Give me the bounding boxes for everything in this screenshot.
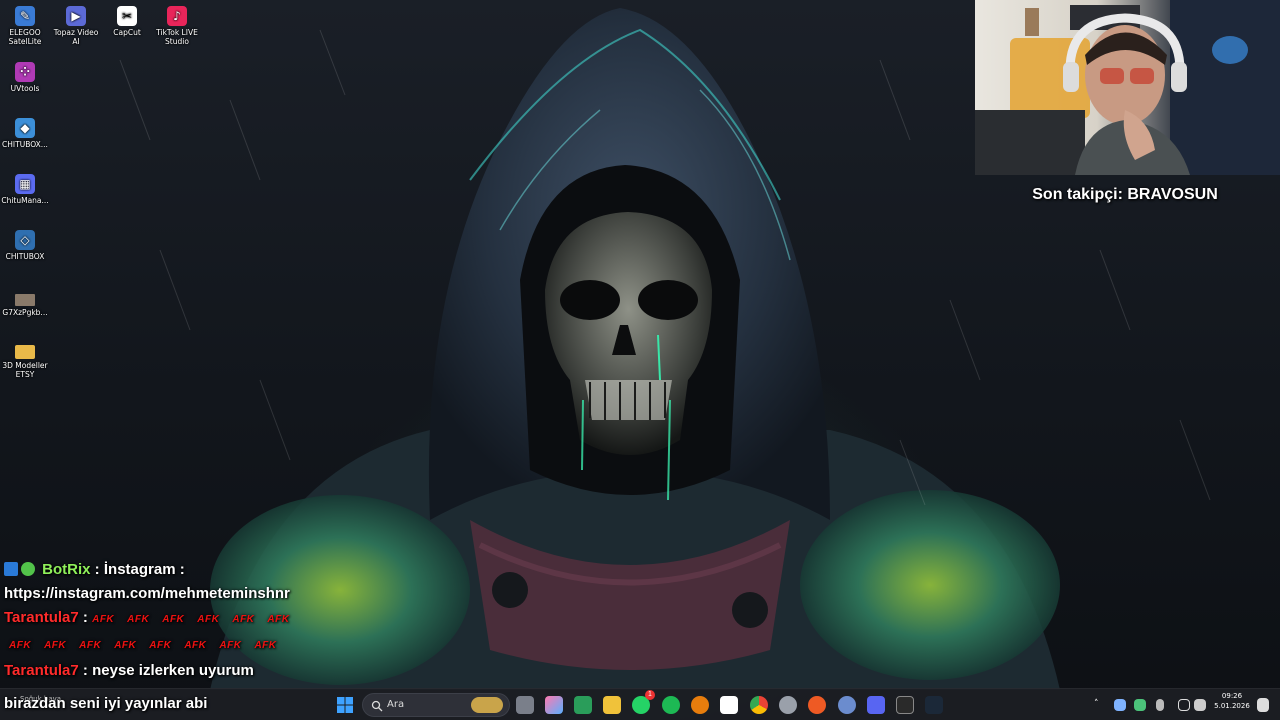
brave-icon[interactable] — [808, 696, 826, 714]
steam-icon[interactable] — [925, 696, 943, 714]
desktop-icon-label: Topaz Video AI — [53, 28, 99, 46]
image-file-icon — [15, 294, 35, 306]
taskbar-search-input[interactable]: Ara — [362, 693, 510, 717]
afk-emote: AFK — [92, 614, 115, 625]
start-button[interactable] — [336, 696, 354, 714]
chat-separator: : — [78, 609, 93, 626]
capcut-icon[interactable] — [720, 696, 738, 714]
whatsapp-icon[interactable]: 1 — [632, 690, 655, 714]
afk-emote: AFK — [267, 614, 290, 625]
desktop-icon-label: CHITUBOX — [5, 252, 45, 261]
desktop-icon-chitumanager[interactable]: ▦ ChituMana... — [0, 174, 51, 205]
webcam-feed — [975, 0, 1280, 175]
chitubox-icon: ◆ — [15, 118, 35, 138]
afk-emote: AFK — [162, 614, 185, 625]
notification-badge: 1 — [645, 690, 655, 700]
notification-bell-icon[interactable] — [1257, 698, 1269, 712]
desktop-icon-chitubox-1[interactable]: ◆ CHITUBOX... — [0, 118, 51, 149]
chitubox-icon: ◇ — [15, 230, 35, 250]
tray-overflow-chevron-icon[interactable]: ˄ — [1094, 699, 1099, 709]
chat-username: Tarantula7 — [4, 662, 79, 679]
afk-emote: AFK — [79, 640, 102, 651]
afk-emote: AFK — [114, 640, 137, 651]
desktop-icon-topaz-video-ai[interactable]: ▶ Topaz Video AI — [50, 6, 102, 46]
chrome-icon[interactable] — [750, 696, 768, 714]
elegoo-icon: ✎ — [15, 6, 35, 26]
app-icon[interactable] — [838, 696, 856, 714]
network-icon[interactable] — [1178, 699, 1190, 711]
windows-logo-icon — [337, 697, 353, 713]
desktop-icon-label: CHITUBOX... — [2, 140, 48, 149]
folder-icon — [15, 345, 35, 359]
chat-message: BotRix : İnstagram : — [4, 558, 334, 582]
chat-username: Tarantula7 — [4, 609, 79, 626]
store-icon[interactable] — [574, 696, 592, 714]
verified-badge-icon — [21, 562, 35, 576]
search-placeholder: Ara — [387, 699, 405, 710]
chat-message: birazdan seni iyi yayınlar abi — [4, 695, 208, 712]
desktop-icon-uvtools[interactable]: ⁘ UVtools — [0, 62, 51, 93]
afk-emote: AFK — [197, 614, 220, 625]
clock-date: 5.01.2026 — [1214, 702, 1250, 710]
desktop-icon-label: CapCut — [113, 28, 141, 37]
stream-chat-overlay: BotRix : İnstagram : https://instagram.c… — [4, 558, 334, 683]
afk-emote: AFK — [232, 614, 255, 625]
desktop-icon-label: G7XzPgkb... — [2, 308, 48, 317]
desktop-icon-area: ✎ ELEGOO SatelLite ▶ Topaz Video AI ✂ Ca… — [0, 0, 210, 400]
afk-emote: AFK — [44, 640, 67, 651]
copilot-icon[interactable] — [545, 696, 563, 714]
discord-icon[interactable] — [867, 696, 885, 714]
chat-separator: : — [78, 662, 93, 679]
search-highlight-icon — [471, 697, 503, 713]
chat-message: Tarantula7 : neyse izlerken uyurum — [4, 659, 334, 683]
spotify-icon[interactable] — [662, 696, 680, 714]
capcut-icon: ✂ — [117, 6, 137, 26]
search-icon — [371, 700, 383, 712]
chat-message: https://instagram.com/mehmeteminshnr — [4, 582, 334, 606]
tray-cloud-icon[interactable] — [1114, 699, 1126, 711]
clock-time: 09:26 — [1221, 692, 1243, 700]
afk-emote: AFK — [254, 640, 277, 651]
topaz-icon: ▶ — [66, 6, 86, 26]
chat-message: Tarantula7 : AFK AFK AFK AFK AFK AFK — [4, 606, 334, 633]
chat-text: https://instagram.com/mehmeteminshnr — [4, 585, 290, 602]
file-explorer-icon[interactable] — [603, 696, 621, 714]
blender-icon[interactable] — [691, 696, 709, 714]
system-clock[interactable]: 09:26 5.01.2026 — [1210, 692, 1254, 710]
desktop-icon-3d-modeller-etsy[interactable]: 3D Modeller ETSY — [0, 342, 51, 379]
chitumanager-icon: ▦ — [15, 174, 35, 194]
tiktok-live-icon: ♪ — [167, 6, 187, 26]
epic-games-icon[interactable] — [896, 696, 914, 714]
obs-icon[interactable] — [779, 696, 797, 714]
microphone-icon[interactable] — [1156, 699, 1164, 711]
desktop-icon-label: ChituMana... — [1, 196, 49, 205]
latest-follower-label: Son takipçi: BRAVOSUN — [1032, 186, 1218, 203]
chat-text: İnstagram : — [103, 561, 185, 578]
desktop-icon-tiktok-live-studio[interactable]: ♪ TikTok LIVE Studio — [151, 6, 203, 46]
desktop-icon-label: 3D Modeller ETSY — [2, 361, 48, 379]
desktop-icon-chitubox-2[interactable]: ◇ CHITUBOX — [0, 230, 51, 261]
desktop-icon-label: TikTok LIVE Studio — [156, 28, 198, 46]
afk-emote-row: AFK AFK AFK AFK AFK AFK — [92, 614, 302, 625]
moderator-badge-icon — [4, 562, 18, 576]
desktop-icon-capcut[interactable]: ✂ CapCut — [101, 6, 153, 37]
webcam-image — [975, 0, 1280, 175]
tray-app-icon[interactable] — [1134, 699, 1146, 711]
afk-emote: AFK — [219, 640, 242, 651]
desktop-icon-image-file[interactable]: G7XzPgkb... — [0, 290, 51, 317]
afk-emote: AFK — [127, 614, 150, 625]
desktop-icon-label: ELEGOO SatelLite — [8, 28, 42, 46]
task-view-icon[interactable] — [516, 696, 534, 714]
volume-icon[interactable] — [1194, 699, 1206, 711]
afk-emote-row: AFK AFK AFK AFK AFK AFK AFK AFK — [4, 633, 334, 659]
desktop-icon-label: UVtools — [10, 84, 40, 93]
chat-username: BotRix — [42, 561, 91, 578]
desktop-icon-elegoo-satellite[interactable]: ✎ ELEGOO SatelLite — [0, 6, 51, 46]
afk-emote: AFK — [9, 640, 32, 651]
chat-separator: : — [90, 561, 104, 578]
afk-emote: AFK — [184, 640, 207, 651]
chat-text: neyse izlerken uyurum — [92, 662, 254, 679]
afk-emote: AFK — [149, 640, 172, 651]
uvtools-icon: ⁘ — [15, 62, 35, 82]
